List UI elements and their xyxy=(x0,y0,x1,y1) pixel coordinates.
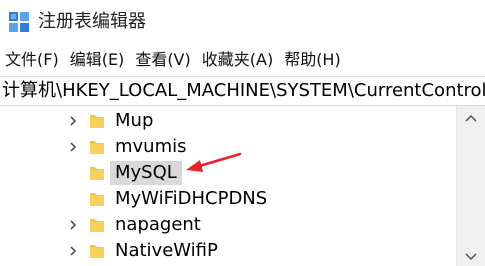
title-bar: 注册表编辑器 xyxy=(0,0,485,44)
tree-item-label: MyWiFiDHCPDNS xyxy=(115,188,268,209)
tree-item-mywifidhcpdns[interactable]: MyWiFiDHCPDNS xyxy=(0,186,456,212)
folder-icon xyxy=(90,219,104,232)
folder-icon xyxy=(90,245,104,258)
tree-item-label: NativeWifiP xyxy=(115,240,218,261)
chevron-right-icon[interactable] xyxy=(68,219,78,231)
vertical-scrollbar[interactable] xyxy=(456,106,485,266)
tree-item-label: MySQL xyxy=(110,161,182,185)
tree-item-mup[interactable]: Mup xyxy=(0,108,456,134)
folder-icon xyxy=(90,193,104,206)
menu-help[interactable]: 帮助(H) xyxy=(279,44,346,76)
menu-file[interactable]: 文件(F) xyxy=(0,44,64,76)
window-title: 注册表编辑器 xyxy=(38,11,146,32)
menu-view[interactable]: 查看(V) xyxy=(130,44,195,76)
tree-item-mysql[interactable]: MySQL xyxy=(0,160,456,186)
scroll-down-icon[interactable] xyxy=(465,253,477,261)
chevron-right-icon[interactable] xyxy=(68,115,78,127)
address-bar[interactable]: 计算机\HKEY_LOCAL_MACHINE\SYSTEM\CurrentCon… xyxy=(0,76,485,106)
tree-item-mvumis[interactable]: mvumis xyxy=(0,134,456,160)
tree-item-label: Mup xyxy=(115,110,154,131)
tree-item-label: napagent xyxy=(115,214,201,235)
folder-icon xyxy=(90,141,104,154)
tree-item-nativewifip[interactable]: NativeWifiP xyxy=(0,238,456,264)
tree-item-label: mvumis xyxy=(115,136,187,157)
menu-favorites[interactable]: 收藏夹(A) xyxy=(197,44,278,76)
chevron-right-icon[interactable] xyxy=(68,245,78,257)
tree-item-napagent[interactable]: napagent xyxy=(0,212,456,238)
menu-edit[interactable]: 编辑(E) xyxy=(65,44,130,76)
folder-icon xyxy=(90,167,104,180)
regedit-icon xyxy=(9,12,29,32)
chevron-right-icon[interactable] xyxy=(68,141,78,153)
scroll-up-icon[interactable] xyxy=(465,114,477,122)
folder-icon xyxy=(90,115,104,128)
registry-tree: Mup mvumis MySQL MyWiFiDHCPDNS napagent … xyxy=(0,106,456,266)
menu-bar: 文件(F) 编辑(E) 查看(V) 收藏夹(A) 帮助(H) xyxy=(0,44,485,76)
